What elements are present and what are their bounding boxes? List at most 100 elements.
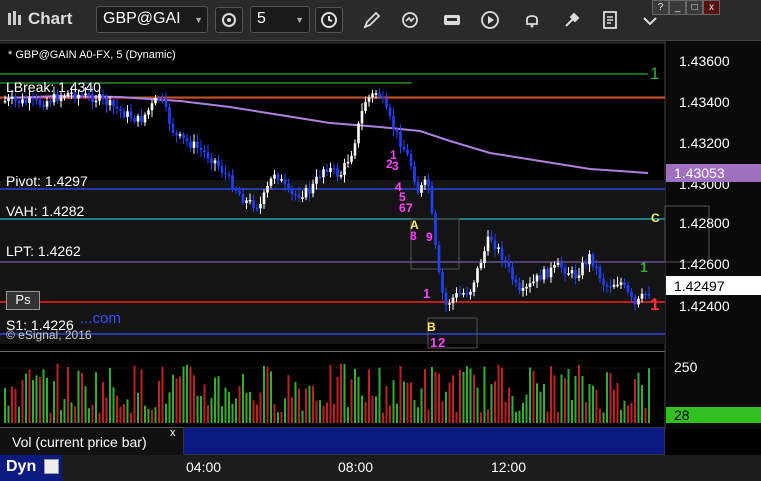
volume-bar	[616, 383, 619, 423]
price-bar-body	[595, 266, 598, 268]
price-bar-body	[63, 96, 66, 98]
volume-bar	[490, 384, 493, 423]
volume-bar	[578, 365, 580, 423]
volume-bar	[466, 366, 468, 423]
price-bar-body	[500, 247, 504, 261]
price-bar-body	[637, 298, 640, 305]
volume-study-close-icon[interactable]: x	[170, 427, 176, 439]
level-label-lbreak: LBreak: 1.4340	[6, 79, 101, 95]
minimize-button[interactable]: _	[669, 0, 686, 15]
scanner-icon[interactable]	[442, 10, 462, 30]
volume-bar	[529, 367, 531, 423]
price-bar-body	[98, 94, 101, 101]
price-bar-body	[126, 111, 129, 117]
price-bar-body	[374, 93, 378, 95]
volume-bar	[287, 375, 290, 423]
price-bar-body	[633, 296, 637, 305]
volume-bar	[623, 400, 626, 423]
volume-bar	[21, 380, 24, 423]
price-bar-body	[528, 283, 532, 287]
volume-bar	[14, 388, 17, 423]
price-bar-body	[479, 262, 483, 269]
lock-icon[interactable]	[44, 459, 59, 474]
price-chart[interactable]: A 8 9 B C 1 2 3 4 5 6 7 1 1 2 1 1 1 1.43…	[0, 41, 761, 351]
price-bar-body	[591, 254, 595, 267]
maximize-button[interactable]: □	[686, 0, 703, 15]
volume-bar	[228, 392, 230, 423]
volume-bar	[28, 369, 31, 423]
play-icon[interactable]	[480, 10, 500, 30]
volume-bar	[259, 392, 262, 423]
settings-button[interactable]	[215, 7, 243, 33]
volume-bar	[49, 412, 52, 423]
price-bar-body	[14, 97, 17, 101]
price-bar-body	[31, 97, 35, 100]
price-bar-body	[581, 262, 584, 276]
volume-bar	[119, 406, 122, 423]
volume-bar	[53, 381, 55, 423]
symbol-selector[interactable]: GBP@GAI ▼	[96, 6, 208, 33]
volume-bar	[147, 408, 150, 423]
pencil-icon[interactable]	[362, 10, 382, 30]
volume-bar	[627, 405, 629, 423]
volume-chart[interactable]: 250 28	[0, 351, 761, 429]
volume-bar	[273, 404, 276, 423]
dynamic-mode-label: Dyn	[6, 458, 37, 475]
volume-bar	[641, 384, 643, 423]
price-bar-body	[21, 99, 24, 104]
price-bar-body	[119, 108, 122, 111]
volume-bar	[35, 375, 38, 423]
price-bar-body	[213, 160, 217, 164]
volume-bar	[207, 405, 209, 423]
volume-bar	[326, 402, 328, 423]
price-bar-body	[451, 297, 455, 304]
wrench-icon[interactable]	[562, 10, 582, 30]
price-bar-body	[497, 247, 500, 249]
price-bar-body	[122, 110, 126, 117]
volume-bar	[312, 385, 314, 423]
price-bar-body	[420, 184, 423, 193]
time-axis: Dyn 04:00 08:00 12:00	[0, 455, 761, 481]
price-bar-body	[437, 244, 441, 273]
volume-bar	[11, 386, 13, 423]
bell-icon[interactable]	[522, 10, 542, 30]
marker-c: C	[651, 211, 660, 225]
volume-bar	[574, 376, 577, 423]
price-bar-body	[612, 284, 616, 287]
price-bar-body	[199, 147, 203, 151]
volume-study-label: Vol (current price bar)	[12, 434, 147, 450]
volume-bar	[266, 366, 269, 423]
notes-icon[interactable]	[600, 10, 620, 30]
volume-bar	[480, 412, 482, 423]
volume-study-tab[interactable]: Vol (current price bar) x	[0, 427, 183, 456]
price-bar-body	[388, 107, 392, 117]
price-bar-body	[504, 260, 507, 262]
price-tick: 1.42800	[679, 215, 730, 231]
dynamic-mode-tab[interactable]: Dyn	[0, 455, 62, 481]
price-bar-body	[567, 273, 570, 275]
ps-badge[interactable]: Ps	[6, 291, 40, 310]
help-button[interactable]: ?	[652, 0, 669, 15]
price-bar-body	[577, 275, 581, 278]
volume-bar	[256, 404, 258, 423]
interval-clock-button[interactable]	[315, 7, 343, 33]
volume-bar	[515, 411, 517, 423]
price-bar-body	[255, 207, 259, 210]
volume-bar	[361, 395, 363, 423]
volume-bar	[154, 407, 157, 423]
volume-bar	[56, 363, 59, 423]
price-bar-body	[563, 267, 567, 274]
price-bar-body	[203, 150, 206, 153]
volume-bar	[25, 373, 27, 423]
refresh-cycle-icon[interactable]	[400, 10, 420, 30]
price-bar-body	[220, 166, 224, 173]
price-bar-body	[56, 94, 59, 102]
price-bar-body	[329, 168, 332, 172]
price-bar-body	[553, 264, 556, 268]
volume-bar	[217, 376, 220, 423]
price-bar-body	[458, 293, 462, 295]
volume-bar	[224, 387, 227, 423]
price-bar-body	[343, 163, 346, 176]
close-button[interactable]: x	[703, 0, 720, 15]
interval-selector[interactable]: 5 ▼	[250, 6, 310, 33]
